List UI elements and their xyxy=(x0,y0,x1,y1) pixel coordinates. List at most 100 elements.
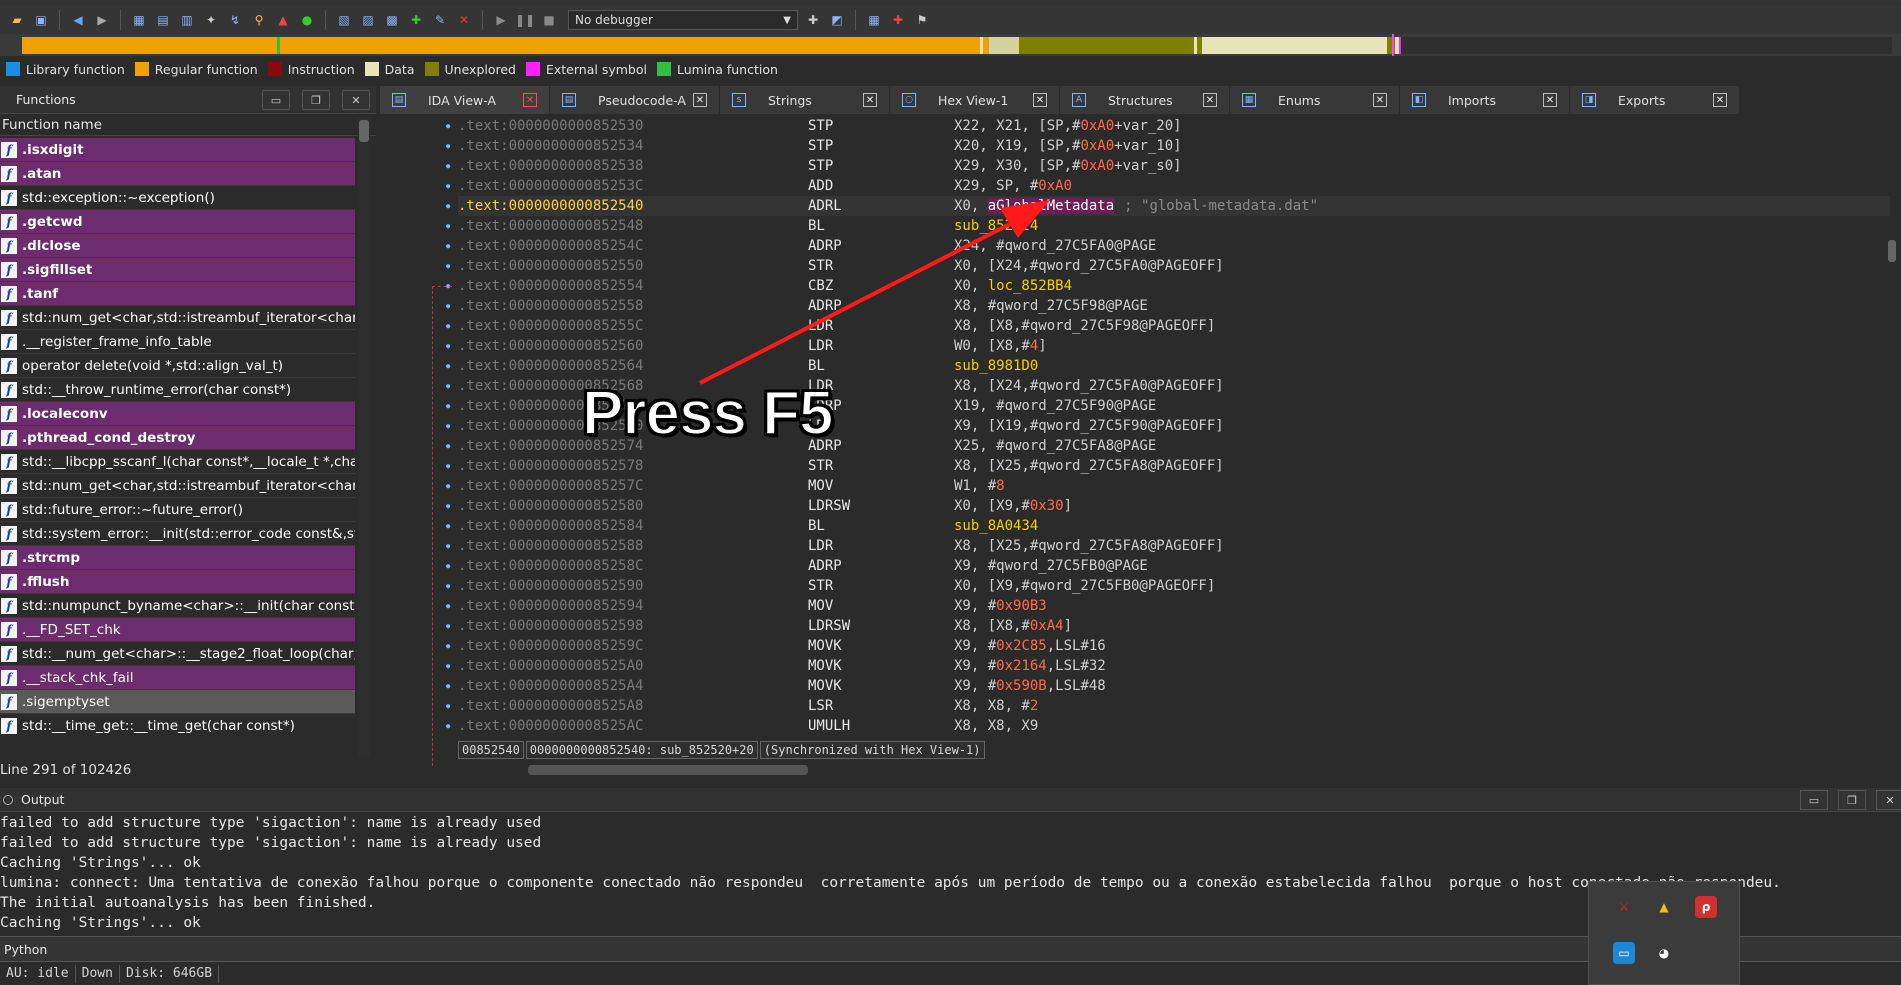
disassembly-line[interactable]: ● .text:0000000000852590 STR X0, [X9,#qword… xyxy=(446,576,1890,596)
disassembly-line[interactable]: ● .text:0000000000852584 BL sub_8A0434 xyxy=(446,516,1890,536)
disassembly-line[interactable]: ● .text:0000000000852534 STP X20, X19, [SP,… xyxy=(446,136,1890,156)
disassembly-line[interactable]: ● .text:000000000085253C ADD X29, SP, #0xA0 xyxy=(446,176,1890,196)
float-button[interactable]: ❐ xyxy=(1838,790,1866,810)
tab-structures[interactable]: A Structures ✕ xyxy=(1060,86,1230,114)
disassembly-line[interactable]: ● .text:000000000085255C LDR X8, [X8,#qword… xyxy=(446,316,1890,336)
close-icon[interactable]: ✕ xyxy=(1373,93,1387,107)
function-row[interactable]: f operator delete(void *,std::align_val_t… xyxy=(0,354,355,378)
disassembly-line[interactable]: ● .text:0000000000852580 LDRSW X0, [X9,#0x3… xyxy=(446,496,1890,516)
function-row[interactable]: f std::system_error::__init(std::error_co… xyxy=(0,522,355,546)
function-row[interactable]: f .isxdigit xyxy=(0,138,355,162)
horizontal-scrollbar[interactable] xyxy=(528,765,808,775)
red-app-icon[interactable]: ρ xyxy=(1695,896,1717,918)
close-button[interactable]: ✕ xyxy=(342,90,370,110)
disassembly-line[interactable]: ● .text:0000000000852588 LDR X8, [X25,#qwor… xyxy=(446,536,1890,556)
tab-exports[interactable]: ◨ Exports ✕ xyxy=(1570,86,1740,114)
function-row[interactable]: f .__register_frame_info_table xyxy=(0,330,355,354)
disassembly-line[interactable]: ● .text:0000000000852598 LDRSW X8, [X8,#0xA… xyxy=(446,616,1890,636)
disassembly-line[interactable]: ● .text:0000000000852578 STR X8, [X25,#qwor… xyxy=(446,456,1890,476)
function-row[interactable]: f std::numpunct_byname<char>::__init(char… xyxy=(0,594,355,618)
search-direction[interactable]: Down xyxy=(76,964,120,983)
disassembly-line[interactable]: ● .text:00000000008525A8 LSR X8, X8, #2 xyxy=(446,696,1890,716)
save-icon[interactable]: ▣ xyxy=(32,11,50,29)
close-icon[interactable]: ✕ xyxy=(1713,93,1727,107)
function-row[interactable]: f .localeconv xyxy=(0,402,355,426)
scrollbar-thumb[interactable] xyxy=(359,120,369,142)
disassembly-line[interactable]: ● .text:0000000000852560 LDR W0, [X8,#4] xyxy=(446,336,1890,356)
function-row[interactable]: f .pthread_cond_destroy xyxy=(0,426,355,450)
vertical-scrollbar[interactable] xyxy=(1888,240,1896,262)
function-row[interactable]: f std::__throw_runtime_error(char const*) xyxy=(0,378,355,402)
float-button[interactable]: ❐ xyxy=(302,90,330,110)
breakpoint-icon[interactable]: ✚ xyxy=(804,11,822,29)
stop-process-icon[interactable]: ■ xyxy=(540,11,558,29)
code-reference[interactable]: sub_8A0434 xyxy=(954,518,1038,534)
function-row[interactable]: f .atan xyxy=(0,162,355,186)
edit-icon[interactable]: ✎ xyxy=(431,11,449,29)
function-row[interactable]: f .__FD_SET_chk xyxy=(0,618,355,642)
function-row[interactable]: f std::future_error::~future_error() xyxy=(0,498,355,522)
minimize-button[interactable]: ▭ xyxy=(262,90,290,110)
debugger-select[interactable]: No debugger ▼ xyxy=(568,10,798,30)
disassembly-line[interactable]: ● .text:0000000000852558 ADRP X8, #qword_27… xyxy=(446,296,1890,316)
close-icon[interactable]: ✕ xyxy=(523,93,537,107)
tab-imports[interactable]: ◧ Imports ✕ xyxy=(1400,86,1570,114)
disassembly-line[interactable]: ● .text:000000000085258C ADRP X9, #qword_27… xyxy=(446,556,1890,576)
game-app-icon[interactable]: ⚔ xyxy=(1613,896,1635,918)
forward-icon[interactable]: ▶ xyxy=(93,11,111,29)
function-row[interactable]: f .sigemptyset xyxy=(0,690,355,714)
segments-icon[interactable]: ▦ xyxy=(130,11,148,29)
close-icon[interactable]: ✕ xyxy=(863,93,877,107)
disassembly-line[interactable]: ● .text:0000000000852550 STR X0, [X24,#qwor… xyxy=(446,256,1890,276)
tab-pseudocode-a[interactable]: ▤ Pseudocode-A ✕ xyxy=(550,86,720,114)
disassembly-line[interactable]: ● .text:000000000085254C ADRP X24, #qword_2… xyxy=(446,236,1890,256)
function-row[interactable]: f std::__num_get<char>::__stage2_float_lo… xyxy=(0,642,355,666)
code-reference[interactable]: sub_852B24 xyxy=(954,218,1038,234)
function-row[interactable]: f .getcwd xyxy=(0,210,355,234)
disassembly-line[interactable]: ● .text:00000000008525A4 MOVK X9, #0x590B,L… xyxy=(446,676,1890,696)
close-button[interactable]: ✕ xyxy=(1876,790,1901,810)
disassembly-line[interactable]: ● .text:0000000000852594 MOV X9, #0x90B3 xyxy=(446,596,1890,616)
structs-icon[interactable]: ▤ xyxy=(154,11,172,29)
close-icon[interactable]: ✕ xyxy=(1033,93,1047,107)
open-folder-icon[interactable]: ▰ xyxy=(8,11,26,29)
data-icon[interactable]: ▨ xyxy=(359,11,377,29)
blue-app-icon[interactable]: ▭ xyxy=(1613,942,1635,964)
tab-strings[interactable]: s Strings ✕ xyxy=(720,86,890,114)
run-script-icon[interactable]: ● xyxy=(298,11,316,29)
code-reference[interactable]: loc_852BB4 xyxy=(988,278,1072,294)
disassembly-line[interactable]: ● .text:000000000085259C MOVK X9, #0x2C85,L… xyxy=(446,636,1890,656)
close-icon[interactable]: ✕ xyxy=(693,93,707,107)
function-row[interactable]: f .tanf xyxy=(0,282,355,306)
function-row[interactable]: f .strcmp xyxy=(0,546,355,570)
function-row[interactable]: f .sigfillset xyxy=(0,258,355,282)
pause-process-icon[interactable]: ❚❚ xyxy=(515,11,535,29)
disassembly-line[interactable]: ● .text:0000000000852538 STP X29, X30, [SP,… xyxy=(446,156,1890,176)
delete-icon[interactable]: ✕ xyxy=(455,11,473,29)
start-process-icon[interactable]: ▶ xyxy=(492,11,510,29)
function-row[interactable]: f std::num_get<char,std::istreambuf_itera… xyxy=(0,474,355,498)
tab-ida-view-a[interactable]: ▤ IDA View-A ✕ xyxy=(380,86,550,114)
code-reference[interactable]: sub_8981D0 xyxy=(954,358,1038,374)
debug-options-icon[interactable]: ◩ xyxy=(828,11,846,29)
function-icon[interactable]: ▩ xyxy=(383,11,401,29)
graph-icon[interactable]: ▦ xyxy=(865,11,883,29)
function-row[interactable]: f std::num_get<char,std::istreambuf_itera… xyxy=(0,306,355,330)
python-label[interactable]: Python xyxy=(4,942,47,957)
google-drive-icon[interactable]: ▲ xyxy=(1653,896,1675,918)
navigation-band[interactable] xyxy=(0,34,1901,56)
disassembly-line[interactable]: ● .text:00000000008525A0 MOVK X9, #0x2164,L… xyxy=(446,656,1890,676)
disassembly-line[interactable]: ● .text:0000000000852530 STP X22, X21, [SP,… xyxy=(446,116,1890,136)
function-row[interactable]: f std::__libcpp_sscanf_l(char const*,__lo… xyxy=(0,450,355,474)
code-icon[interactable]: ▧ xyxy=(335,11,353,29)
function-row[interactable]: f std::__time_get::__time_get(char const*… xyxy=(0,714,355,736)
disassembly-line[interactable]: ● .text:0000000000852564 BL sub_8981D0 xyxy=(446,356,1890,376)
warning-icon[interactable]: ▲ xyxy=(274,11,292,29)
function-row[interactable]: f .fflush xyxy=(0,570,355,594)
search-icon[interactable]: ⚲ xyxy=(250,11,268,29)
back-icon[interactable]: ◀ xyxy=(69,11,87,29)
highlighted-name[interactable]: aGlobalMetadata xyxy=(987,198,1115,214)
jump-icon[interactable]: ↯ xyxy=(226,11,244,29)
function-row[interactable]: f .__stack_chk_fail xyxy=(0,666,355,690)
tab-hex-view-1[interactable]: ○ Hex View-1 ✕ xyxy=(890,86,1060,114)
